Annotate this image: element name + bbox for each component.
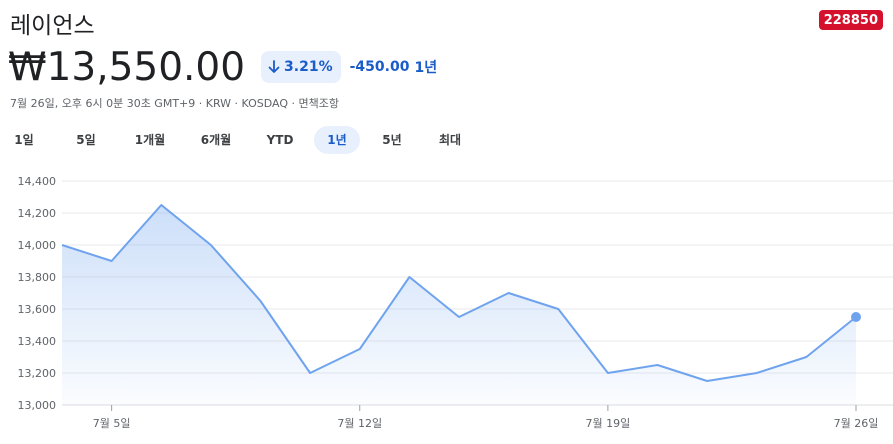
tab-5d[interactable]: 5일: [70, 126, 102, 154]
x-axis-ticks: 7월 5일 7월 12일 7월 19일 7월 26일: [93, 405, 879, 430]
change-absolute: -450.00: [349, 59, 410, 75]
y-tick-label: 13,800: [18, 271, 57, 284]
x-tick-label: 7월 5일: [93, 416, 131, 430]
ticker-badge[interactable]: 228850: [818, 10, 883, 30]
y-axis-ticks: 13,000 13,200 13,400 13,600 13,800 14,000 14,2…: [18, 175, 57, 412]
current-price: ₩13,550.00: [8, 44, 246, 90]
y-tick-label: 14,400: [18, 175, 57, 188]
y-tick-label: 14,200: [18, 207, 57, 220]
tab-1m[interactable]: 1개월: [126, 126, 174, 154]
tab-1y[interactable]: 1년: [314, 126, 360, 154]
last-point-marker: [851, 312, 861, 322]
tab-5y[interactable]: 5년: [376, 126, 408, 154]
area-fill: [62, 205, 856, 405]
x-tick-label: 7월 19일: [586, 416, 631, 430]
company-name: 레이언스: [10, 13, 95, 39]
x-tick-label: 7월 12일: [337, 416, 382, 430]
y-tick-label: 13,000: [18, 399, 57, 412]
price-row: ₩13,550.00 3.21% -450.00 1년: [8, 44, 437, 90]
y-tick-label: 13,400: [18, 335, 57, 348]
last-price-dot: [851, 312, 861, 322]
quote-meta: 7월 26일, 오후 6시 0분 30초 GMT+9 · KRW · KOSDA…: [10, 97, 340, 110]
tab-ytd[interactable]: YTD: [262, 126, 298, 154]
tab-1d[interactable]: 1일: [8, 126, 40, 154]
y-tick-label: 13,200: [18, 367, 57, 380]
y-tick-label: 13,600: [18, 303, 57, 316]
change-percent-pill: 3.21%: [261, 51, 341, 83]
tab-max[interactable]: 최대: [432, 126, 468, 154]
arrow-down-icon: [268, 60, 280, 73]
tab-6m[interactable]: 6개월: [192, 126, 240, 154]
area-path: [62, 205, 856, 405]
x-tick-label: 7월 26일: [834, 416, 879, 430]
y-tick-label: 14,000: [18, 239, 57, 252]
price-chart[interactable]: 13,000 13,200 13,400 13,600 13,800 14,000 14,2…: [0, 166, 893, 444]
change-percent: 3.21%: [284, 59, 333, 75]
change-period: 1년: [414, 60, 438, 76]
